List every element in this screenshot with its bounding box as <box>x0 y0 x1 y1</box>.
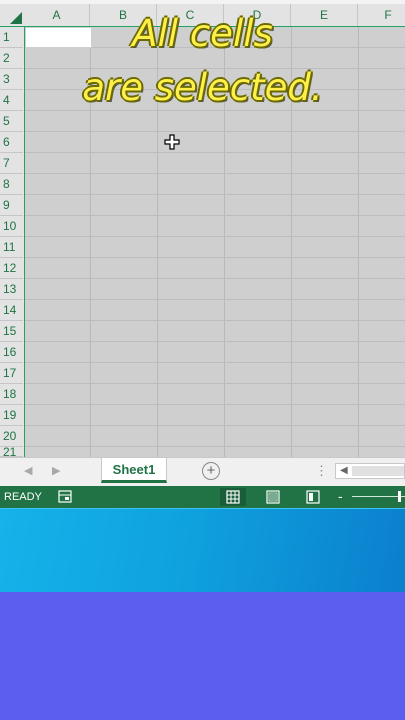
row-header[interactable]: 9 <box>0 195 23 216</box>
scrollbar-thumb[interactable] <box>352 466 404 476</box>
move-cursor-icon <box>164 134 180 150</box>
gridline <box>25 299 405 300</box>
gridline <box>25 278 405 279</box>
gridline <box>25 425 405 426</box>
row-header[interactable]: 21 <box>0 447 23 457</box>
gridline <box>25 320 405 321</box>
caption-line-1: All cells <box>132 12 273 55</box>
row-header[interactable]: 14 <box>0 300 23 321</box>
zoom-out-button[interactable]: - <box>338 486 343 506</box>
gridline <box>25 383 405 384</box>
page-break-view-icon[interactable] <box>300 488 326 506</box>
row-header[interactable]: 19 <box>0 405 23 426</box>
row-header[interactable]: 20 <box>0 426 23 447</box>
gridline <box>25 110 405 111</box>
row-header[interactable]: 17 <box>0 363 23 384</box>
row-header[interactable]: 5 <box>0 111 23 132</box>
status-text: READY <box>4 491 42 503</box>
row-header[interactable]: 16 <box>0 342 23 363</box>
row-header[interactable]: 6 <box>0 132 23 153</box>
gridline <box>25 404 405 405</box>
normal-view-icon[interactable] <box>220 488 246 506</box>
tab-splitter-handle[interactable]: ⋮ <box>315 463 328 479</box>
prev-sheet-icon[interactable]: ◀ <box>24 464 32 477</box>
desktop-edge <box>0 508 405 509</box>
gridline <box>25 215 405 216</box>
excel-window: A B C D E F 1 2 3 4 5 6 7 8 9 10 11 12 1… <box>0 0 405 592</box>
gridline <box>25 341 405 342</box>
new-sheet-icon[interactable]: + <box>202 462 220 480</box>
row-header[interactable]: 7 <box>0 153 23 174</box>
row-header[interactable]: 15 <box>0 321 23 342</box>
sheet-tab-sheet1[interactable]: Sheet1 <box>101 458 167 483</box>
row-header[interactable]: 11 <box>0 237 23 258</box>
gridline <box>25 152 405 153</box>
macro-record-icon[interactable] <box>58 490 72 503</box>
gridline <box>25 257 405 258</box>
gridline <box>25 446 405 447</box>
scroll-left-icon[interactable]: ◀ <box>340 464 348 478</box>
gridline <box>25 362 405 363</box>
gridline <box>25 173 405 174</box>
status-bar: READY - <box>0 486 405 508</box>
row-header[interactable]: 12 <box>0 258 23 279</box>
desktop-background <box>0 508 405 592</box>
gridline <box>25 236 405 237</box>
horizontal-scrollbar[interactable]: ◀ <box>335 463 405 479</box>
sheet-tab-bar: ◀ ▶ Sheet1 + ⋮ ◀ <box>0 457 405 486</box>
row-header[interactable]: 18 <box>0 384 23 405</box>
row-header[interactable]: 8 <box>0 174 23 195</box>
zoom-slider-knob[interactable] <box>398 491 401 502</box>
row-header[interactable]: 13 <box>0 279 23 300</box>
caption-line-2: are selected. <box>82 66 323 109</box>
row-header[interactable]: 10 <box>0 216 23 237</box>
gridline <box>25 194 405 195</box>
next-sheet-icon[interactable]: ▶ <box>52 464 60 477</box>
page-layout-view-icon[interactable] <box>260 488 286 506</box>
gridline <box>25 131 405 132</box>
